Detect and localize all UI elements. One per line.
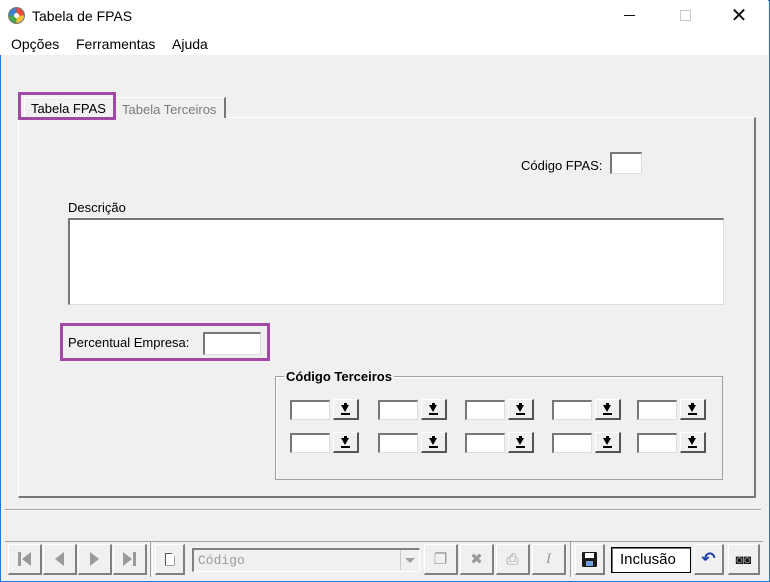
menu-ajuda[interactable]: Ajuda	[172, 36, 208, 52]
close-icon: ✕	[730, 5, 748, 27]
print-icon: ⎙	[506, 550, 519, 568]
download-arrow-icon	[516, 435, 525, 448]
chevron-down-icon[interactable]	[400, 550, 418, 570]
codigo-fpas-label: Código FPAS:	[521, 158, 603, 173]
delete-icon: ✖	[470, 551, 483, 568]
maximize-button[interactable]	[662, 0, 708, 31]
new-document-icon	[164, 552, 175, 566]
window-title: Tabela de FPAS	[32, 8, 133, 24]
terceiro-lookup-button-5[interactable]	[680, 399, 706, 420]
terceiro-lookup-button-8[interactable]	[508, 432, 534, 453]
minimize-icon	[623, 15, 635, 16]
descricao-label: Descrição	[68, 200, 126, 215]
copy-icon: ❐	[433, 551, 448, 568]
binoculars-icon: ◙◙	[735, 551, 752, 567]
terceiro-lookup-button-7[interactable]	[421, 432, 447, 453]
terceiro-lookup-button-9[interactable]	[595, 432, 621, 453]
first-record-icon	[18, 552, 31, 566]
last-record-button[interactable]	[113, 544, 147, 575]
download-arrow-icon	[429, 402, 438, 415]
copy-button[interactable]: ❐	[424, 544, 458, 575]
italic-button[interactable]: I	[532, 544, 566, 575]
terceiro-field-5[interactable]	[637, 400, 677, 420]
terceiro-lookup-button-1[interactable]	[333, 399, 359, 420]
terceiro-field-10[interactable]	[637, 433, 677, 453]
percentual-empresa-input[interactable]	[203, 332, 261, 355]
download-arrow-icon	[341, 435, 350, 448]
menu-opcoes[interactable]: Opções	[11, 36, 59, 52]
highlight-tab-fpas	[18, 92, 116, 120]
delete-button[interactable]: ✖	[460, 544, 494, 575]
maximize-icon	[679, 10, 691, 21]
download-arrow-icon	[429, 435, 438, 448]
prev-record-icon	[55, 552, 64, 566]
first-record-button[interactable]	[8, 544, 42, 575]
new-document-button[interactable]	[155, 544, 185, 575]
download-arrow-icon	[341, 402, 350, 415]
save-icon	[582, 551, 597, 567]
descricao-textarea[interactable]	[68, 218, 724, 305]
terceiro-field-8[interactable]	[465, 433, 505, 453]
italic-icon: I	[546, 550, 551, 567]
download-arrow-icon	[516, 402, 525, 415]
mode-indicator: Inclusão	[611, 547, 691, 573]
close-button[interactable]: ✕	[716, 0, 762, 31]
terceiro-field-3[interactable]	[465, 400, 505, 420]
download-arrow-icon	[688, 435, 697, 448]
minimize-button[interactable]	[606, 0, 652, 31]
codigo-terceiros-label: Código Terceiros	[284, 369, 394, 384]
last-record-icon	[123, 552, 136, 566]
app-logo-icon	[8, 7, 25, 24]
prev-record-button[interactable]	[43, 544, 77, 575]
terceiro-field-9[interactable]	[552, 433, 592, 453]
terceiro-lookup-button-3[interactable]	[508, 399, 534, 420]
codigo-combobox[interactable]: Código	[192, 548, 420, 572]
percentual-empresa-label: Percentual Empresa:	[68, 335, 190, 350]
terceiro-field-7[interactable]	[378, 433, 418, 453]
terceiro-lookup-button-6[interactable]	[333, 432, 359, 453]
toolbar-separator	[570, 542, 573, 577]
terceiro-lookup-button-10[interactable]	[680, 432, 706, 453]
download-arrow-icon	[603, 435, 612, 448]
content-divider	[5, 509, 761, 511]
terceiro-field-2[interactable]	[378, 400, 418, 420]
menu-ferramentas[interactable]: Ferramentas	[76, 36, 155, 52]
search-button[interactable]: ◙◙	[728, 544, 760, 575]
print-button[interactable]: ⎙	[496, 544, 530, 575]
terceiro-lookup-button-4[interactable]	[595, 399, 621, 420]
terceiro-field-4[interactable]	[552, 400, 592, 420]
tab-tabela-terceiros[interactable]: Tabela Terceiros	[116, 97, 226, 118]
next-record-button[interactable]	[78, 544, 112, 575]
terceiro-field-6[interactable]	[290, 433, 330, 453]
download-arrow-icon	[603, 402, 612, 415]
terceiro-lookup-button-2[interactable]	[421, 399, 447, 420]
codigo-fpas-input[interactable]	[610, 152, 642, 174]
undo-icon: ↶	[701, 549, 716, 568]
menu-bar: Opções Ferramentas Ajuda	[0, 31, 768, 55]
title-bar: Tabela de FPAS ✕	[0, 0, 768, 31]
codigo-terceiros-group	[275, 376, 723, 480]
toolbar-separator	[150, 542, 153, 577]
undo-button[interactable]: ↶	[694, 544, 724, 575]
save-button[interactable]	[575, 544, 605, 575]
next-record-icon	[90, 552, 99, 566]
terceiro-field-1[interactable]	[290, 400, 330, 420]
download-arrow-icon	[688, 402, 697, 415]
